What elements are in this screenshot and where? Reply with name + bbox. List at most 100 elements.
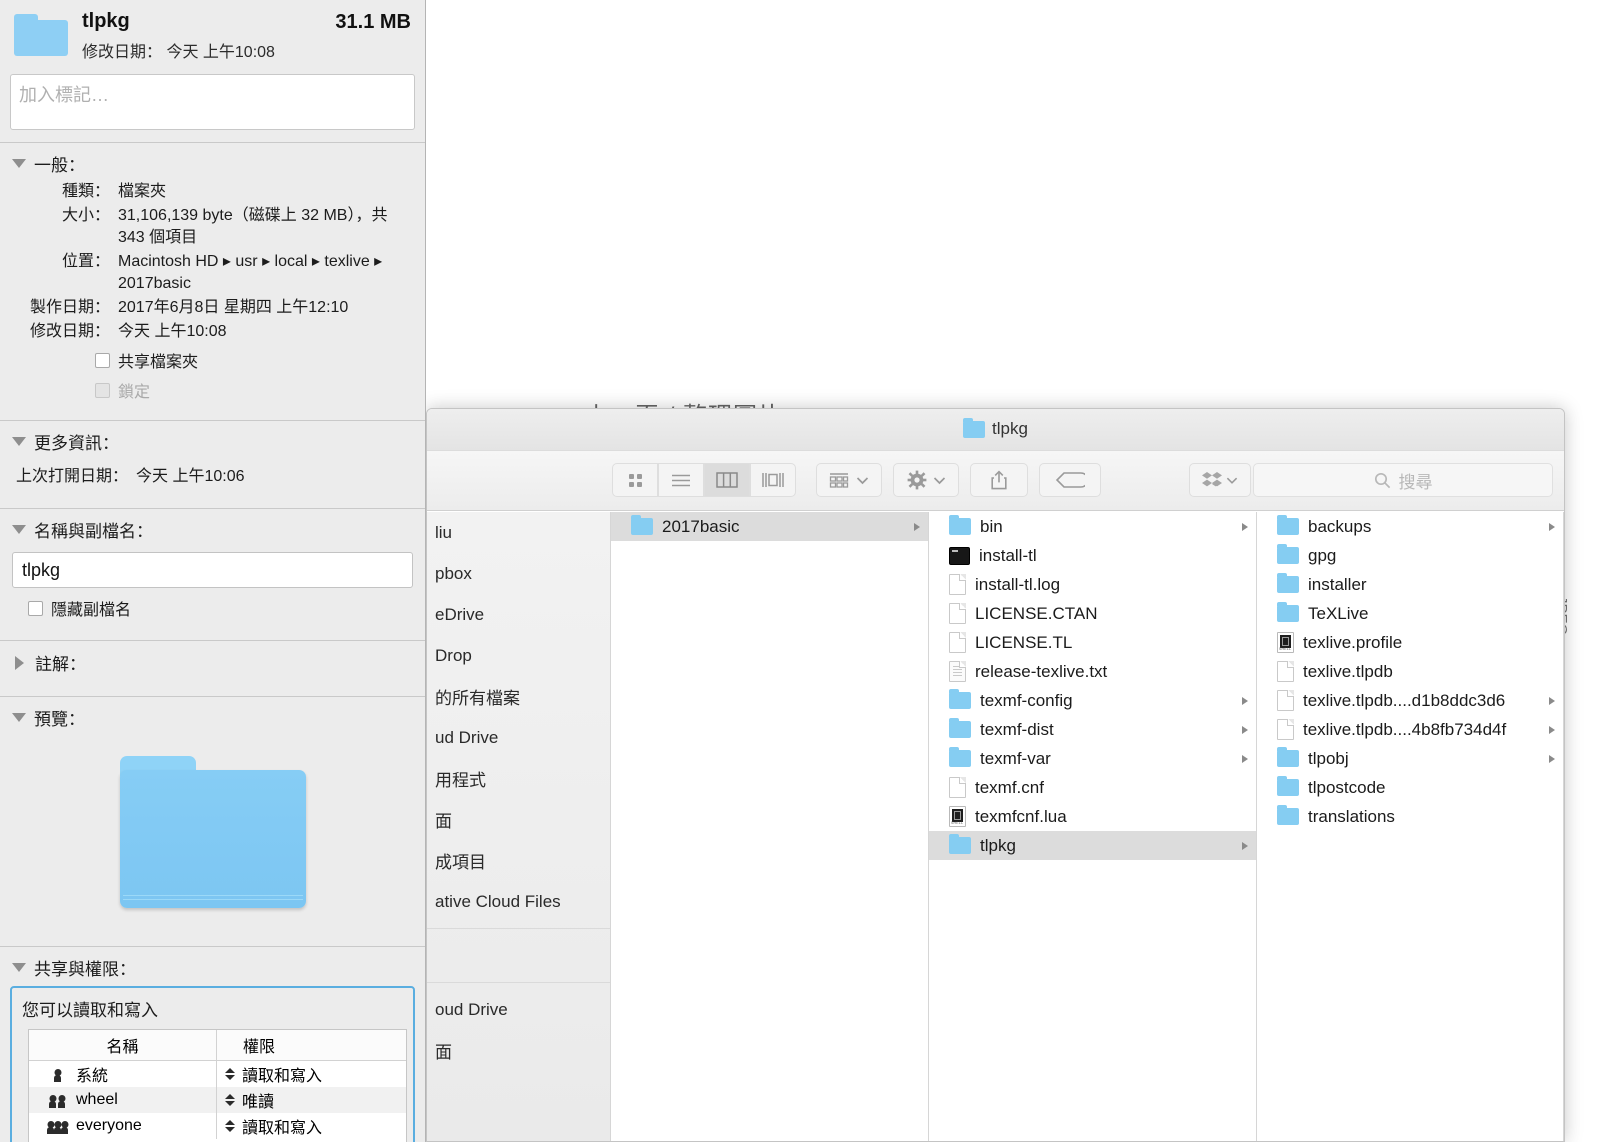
file-row[interactable]: bin — [929, 512, 1256, 541]
section-sharing-title: 共享與權限： — [34, 960, 136, 979]
section-sharing-header[interactable]: 共享與權限： — [0, 947, 425, 984]
stepper-icon[interactable] — [225, 1094, 235, 1106]
file-row[interactable]: LICENSE.CTAN — [929, 599, 1256, 628]
sidebar-item-label: liu — [435, 522, 453, 542]
sidebar-item[interactable]: 用程式 — [427, 758, 610, 799]
file-row[interactable]: translations — [1257, 802, 1563, 831]
sidebar-item[interactable]: Drop — [427, 635, 610, 676]
document-icon — [1277, 690, 1294, 711]
action-menu-button[interactable] — [893, 463, 959, 497]
shared-folder-checkbox[interactable] — [95, 352, 110, 368]
file-row[interactable]: texmf-dist — [929, 715, 1256, 744]
file-row[interactable]: SHELL texmfcnf.lua — [929, 802, 1256, 831]
sidebar-item[interactable]: eDrive — [427, 594, 610, 635]
sidebar-item[interactable]: liu — [427, 512, 610, 553]
file-row[interactable]: tlpkg — [929, 831, 1256, 860]
permission-row[interactable]: everyone 讀取和寫入 — [29, 1113, 406, 1139]
column-view-button[interactable] — [704, 463, 750, 497]
sidebar-item[interactable]: 面 — [427, 799, 610, 840]
tags-input[interactable]: 加入標記… — [10, 74, 415, 130]
info-row-kind: 種類： 檔案夾 — [0, 180, 425, 204]
document-icon — [949, 574, 966, 595]
section-preview-header[interactable]: 預覽： — [0, 697, 425, 734]
finder-column-2[interactable]: bin install-tl install-tl.log LICENSE.CTAN L… — [929, 512, 1257, 1141]
sidebar-item[interactable] — [427, 935, 610, 976]
file-row[interactable]: LICENSE.TL — [929, 628, 1256, 657]
permission-privilege-cell[interactable]: 讀取和寫入 — [217, 1062, 406, 1086]
stepper-icon[interactable] — [225, 1120, 235, 1132]
tag-button[interactable] — [1039, 463, 1101, 497]
section-comments-header[interactable]: 註解： — [0, 641, 425, 684]
sidebar-item[interactable] — [427, 1071, 610, 1112]
file-row[interactable]: texmf-var — [929, 744, 1256, 773]
hide-extension-row[interactable]: 隱藏副檔名 — [0, 588, 425, 628]
section-general-header[interactable]: 一般： — [0, 143, 425, 180]
gallery-view-icon — [762, 473, 784, 487]
file-row[interactable]: gpg — [1257, 541, 1563, 570]
file-row[interactable]: tlpostcode — [1257, 773, 1563, 802]
file-name: release-texlive.txt — [975, 661, 1108, 681]
file-row[interactable]: texlive.tlpdb....4b8fb734d4f — [1257, 715, 1563, 744]
column-browser: liu pbox eDrive Drop 的所有檔案 ud Drive 用程式面成項目 ati… — [427, 512, 1564, 1141]
file-row[interactable]: 2017basic — [611, 512, 928, 541]
share-button[interactable] — [970, 463, 1028, 497]
disclosure-triangle-down-icon[interactable] — [12, 159, 26, 168]
file-row[interactable]: SHELL texlive.profile — [1257, 628, 1563, 657]
section-preview-title: 預覽： — [34, 710, 85, 729]
document-icon — [949, 632, 966, 653]
sidebar-item[interactable]: 成項目 — [427, 840, 610, 881]
folder-icon — [14, 14, 68, 56]
permission-row[interactable]: wheel 唯讀 — [29, 1087, 406, 1113]
file-row[interactable]: install-tl.log — [929, 570, 1256, 599]
hide-extension-checkbox[interactable] — [28, 600, 43, 616]
file-row[interactable]: texlive.tlpdb....d1b8ddc3d6 — [1257, 686, 1563, 715]
disclosure-triangle-down-icon[interactable] — [12, 713, 26, 722]
permission-privilege-cell[interactable]: 讀取和寫入 — [217, 1114, 406, 1138]
gallery-view-button[interactable] — [750, 463, 796, 497]
permission-user-cell: wheel — [29, 1087, 217, 1113]
file-name: install-tl.log — [975, 574, 1061, 594]
sidebar-item[interactable]: ud Drive — [427, 717, 610, 758]
permission-row[interactable]: 系統 讀取和寫入 — [29, 1061, 406, 1087]
sidebar-item[interactable]: oud Drive — [427, 989, 610, 1030]
disclosure-triangle-down-icon[interactable] — [12, 525, 26, 534]
stepper-icon[interactable] — [225, 1068, 235, 1080]
section-more-info-header[interactable]: 更多資訊： — [0, 421, 425, 458]
name-field[interactable]: tlpkg — [12, 552, 413, 588]
chevron-down-icon — [933, 476, 945, 484]
file-row[interactable]: tlpobj — [1257, 744, 1563, 773]
executable-icon: SHELL — [949, 806, 966, 827]
permission-privilege-cell[interactable]: 唯讀 — [217, 1088, 406, 1112]
file-name: LICENSE.CTAN — [975, 603, 1098, 623]
sidebar-item[interactable]: 的所有檔案 — [427, 676, 610, 717]
section-name-ext-header[interactable]: 名稱與副檔名： — [0, 509, 425, 546]
sidebar-item[interactable]: 面 — [427, 1030, 610, 1071]
file-row[interactable]: texmf-config — [929, 686, 1256, 715]
permission-user-cell: 系統 — [29, 1061, 217, 1087]
document-icon — [1277, 719, 1294, 740]
grid-view-button[interactable] — [612, 463, 658, 497]
finder-column-3[interactable]: backups gpg installer TeXLive SHELL texlive.p… — [1257, 512, 1564, 1141]
hide-extension-label: 隱藏副檔名 — [51, 602, 132, 619]
sidebar-divider — [427, 928, 610, 929]
arrange-button[interactable] — [816, 463, 882, 497]
finder-column-1[interactable]: 2017basic — [611, 512, 929, 1141]
shared-folder-row[interactable]: 共享檔案夾 — [0, 344, 425, 374]
list-view-button[interactable] — [658, 463, 704, 497]
sidebar-item[interactable]: ative Cloud Files — [427, 881, 610, 922]
chevron-right-icon — [1549, 725, 1555, 734]
file-row[interactable]: backups — [1257, 512, 1563, 541]
disclosure-triangle-down-icon[interactable] — [12, 437, 26, 446]
dropbox-button[interactable] — [1189, 463, 1251, 497]
file-row[interactable]: texmf.cnf — [929, 773, 1256, 802]
disclosure-triangle-right-icon[interactable] — [15, 655, 24, 670]
file-row[interactable]: release-texlive.txt — [929, 657, 1256, 686]
search-input[interactable]: 搜尋 — [1253, 463, 1553, 497]
file-row[interactable]: texlive.tlpdb — [1257, 657, 1563, 686]
disclosure-triangle-down-icon[interactable] — [12, 963, 26, 972]
finder-sidebar[interactable]: liu pbox eDrive Drop 的所有檔案 ud Drive 用程式面成項目 ati… — [427, 512, 611, 1141]
file-row[interactable]: TeXLive — [1257, 599, 1563, 628]
sidebar-item[interactable]: pbox — [427, 553, 610, 594]
file-row[interactable]: install-tl — [929, 541, 1256, 570]
file-row[interactable]: installer — [1257, 570, 1563, 599]
